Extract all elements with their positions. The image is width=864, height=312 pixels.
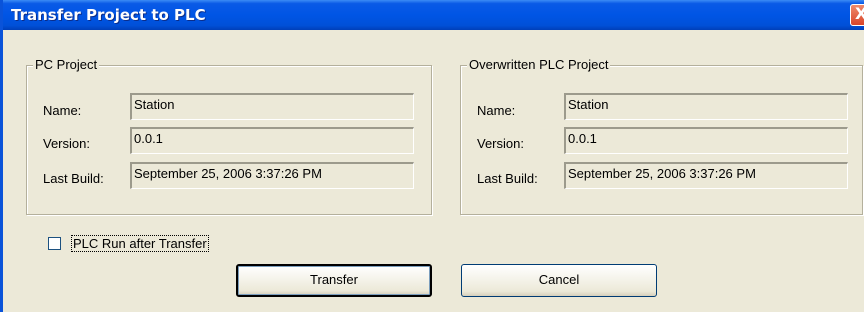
plc-name-field: Station [564,93,848,120]
dialog-window: Transfer Project to PLC X PC Project Nam… [0,0,864,312]
plc-run-checkbox-label[interactable]: PLC Run after Transfer [71,235,209,252]
window-title: Transfer Project to PLC [11,6,206,24]
plc-name-label: Name: [477,103,516,118]
pc-version-field: 0.0.1 [130,127,414,154]
cancel-button[interactable]: Cancel [461,264,657,297]
plc-version-label: Version: [477,136,524,151]
title-bar[interactable]: Transfer Project to PLC X [3,0,864,30]
plc-project-legend: Overwritten PLC Project [467,57,611,73]
plc-version-field: 0.0.1 [564,127,848,154]
plc-build-field: September 25, 2006 3:37:26 PM [564,162,848,189]
pc-name-label: Name: [43,103,82,118]
transfer-button[interactable]: Transfer [236,264,432,297]
close-button[interactable]: X [850,4,864,26]
pc-name-field: Station [130,93,414,120]
close-icon: X [855,4,864,23]
plc-build-label: Last Build: [477,171,538,186]
pc-project-legend: PC Project [33,57,100,73]
pc-version-label: Version: [43,136,90,151]
pc-build-field: September 25, 2006 3:37:26 PM [130,162,414,189]
pc-build-label: Last Build: [43,171,104,186]
plc-run-checkbox[interactable] [48,237,61,250]
